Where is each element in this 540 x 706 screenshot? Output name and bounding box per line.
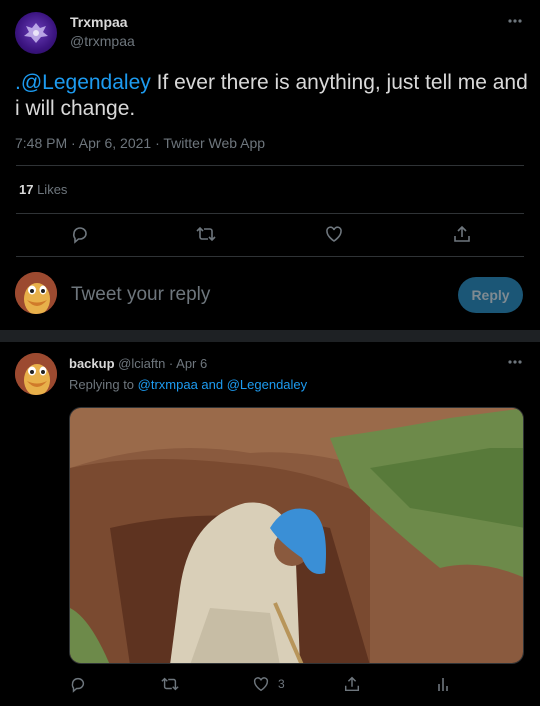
more-icon[interactable] [506, 14, 524, 28]
author-avatar[interactable] [15, 12, 57, 54]
retweet-icon[interactable] [195, 224, 217, 244]
author-handle[interactable]: @trxmpaa [70, 33, 135, 49]
reply-media-image[interactable] [69, 407, 524, 664]
divider [16, 165, 524, 166]
tweet-timestamp[interactable]: 7:48 PM · Apr 6, 2021 · Twitter Web App [15, 135, 265, 151]
tweet-text: .@Legendaley If ever there is anything, … [15, 70, 530, 122]
share-icon[interactable] [343, 675, 361, 693]
likes-stat[interactable]: 17 Likes [19, 182, 67, 197]
share-icon[interactable] [452, 224, 472, 244]
divider [16, 213, 524, 214]
comment-icon[interactable] [70, 224, 90, 244]
reply-input[interactable]: Tweet your reply [71, 284, 210, 306]
like-icon[interactable] [252, 675, 270, 693]
reply-author-name[interactable]: backup [69, 356, 115, 371]
replying-to: Replying to @trxmpaa and @Legendaley [69, 377, 307, 392]
comment-icon[interactable] [69, 675, 87, 693]
analytics-icon[interactable] [436, 675, 450, 693]
like-icon[interactable] [324, 224, 344, 244]
section-separator [0, 330, 540, 342]
reply-author-handle[interactable]: @lciaftn [118, 356, 165, 371]
reply-date[interactable]: · Apr 6 [165, 356, 207, 371]
user-avatar[interactable] [15, 272, 57, 314]
reply-author-avatar[interactable] [15, 353, 57, 395]
reply-button[interactable]: Reply [458, 277, 523, 313]
retweet-icon[interactable] [160, 675, 180, 693]
reply-like-count: 3 [278, 677, 285, 691]
mention-link[interactable]: .@Legendaley [15, 71, 151, 94]
replying-prefix: Replying to [69, 377, 138, 392]
replying-users[interactable]: @trxmpaa and @Legendaley [138, 377, 308, 392]
likes-count: 17 [19, 182, 34, 197]
likes-label: Likes [33, 182, 68, 197]
divider [16, 256, 524, 257]
author-name[interactable]: Trxmpaa [70, 14, 128, 30]
more-icon[interactable] [506, 355, 524, 369]
reply-header: backup @lciaftn · Apr 6 [69, 356, 207, 371]
